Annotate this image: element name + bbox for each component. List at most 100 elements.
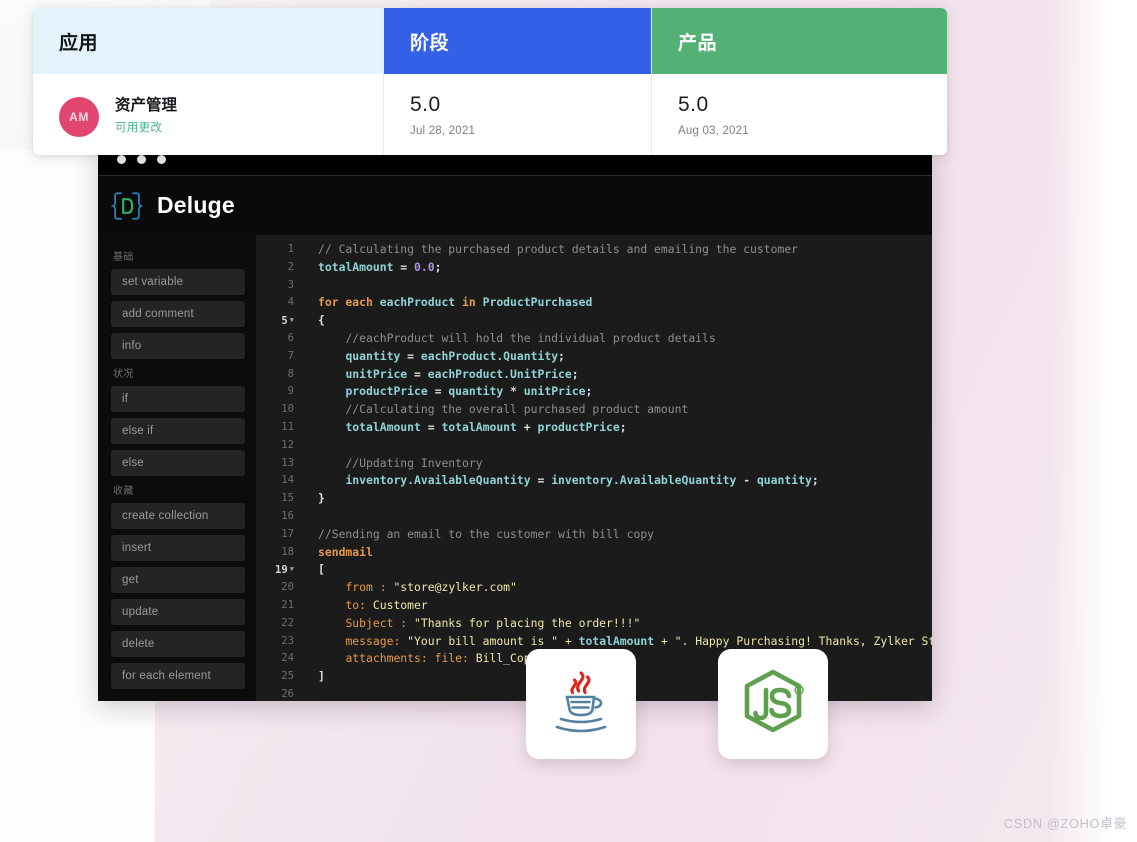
code-line-text: for each eachProduct in ProductPurchased	[300, 294, 592, 312]
java-coffee-cup-icon	[550, 667, 612, 742]
code-line[interactable]: 11 totalAmount = totalAmount + productPr…	[256, 419, 932, 437]
stage-version: 5.0	[410, 94, 625, 115]
application-info: 资产管理 可用更改	[115, 96, 177, 135]
code-line-text: //Sending an email to the customer with …	[300, 526, 654, 544]
code-line[interactable]: 19▼[	[256, 561, 932, 579]
code-line[interactable]: 21 to: Customer	[256, 597, 932, 615]
java-logo-card[interactable]	[526, 649, 636, 759]
code-line-number: 19▼	[256, 561, 300, 579]
summary-column-product: 产品 5.0 Aug 03, 2021	[651, 8, 947, 155]
code-line-text: [	[300, 561, 325, 579]
code-fold-caret-icon[interactable]: ▼	[290, 561, 294, 579]
palette-item[interactable]: info	[111, 333, 245, 359]
code-line-number: 12	[256, 437, 300, 455]
palette-item[interactable]: get	[111, 567, 245, 593]
code-line[interactable]: 18sendmail	[256, 544, 932, 562]
code-line[interactable]: 22 Subject : "Thanks for placing the ord…	[256, 615, 932, 633]
code-line-text: from : "store@zylker.com"	[300, 579, 517, 597]
block-palette-sidebar[interactable]: 基础set variableadd commentinfo状况ifelse if…	[98, 235, 256, 701]
code-line[interactable]: 13 //Updating Inventory	[256, 455, 932, 473]
nodejs-logo-card[interactable]: R	[718, 649, 828, 759]
csdn-watermark: CSDN @ZOHO卓豪	[1004, 813, 1127, 832]
code-line-number: 23	[256, 633, 300, 651]
code-line[interactable]: 2totalAmount = 0.0;	[256, 259, 932, 277]
code-line[interactable]: 8 unitPrice = eachProduct.UnitPrice;	[256, 366, 932, 384]
stage-date: Jul 28, 2021	[410, 125, 625, 137]
palette-item[interactable]: set variable	[111, 269, 245, 295]
palette-item[interactable]: else	[111, 450, 245, 476]
code-line-text	[300, 437, 318, 455]
editor-body: 基础set variableadd commentinfo状况ifelse if…	[98, 235, 932, 701]
palette-item[interactable]: delete	[111, 631, 245, 657]
code-line[interactable]: 20 from : "store@zylker.com"	[256, 579, 932, 597]
code-line[interactable]: 3	[256, 277, 932, 295]
editor-brand-bar: Deluge	[98, 175, 932, 235]
code-line-number: 26	[256, 686, 300, 701]
code-line[interactable]: 15}	[256, 490, 932, 508]
code-line-text: quantity = eachProduct.Quantity;	[300, 348, 565, 366]
nodejs-hexagon-js-icon: R	[737, 666, 809, 743]
code-fold-caret-icon[interactable]: ▼	[290, 312, 294, 330]
product-version: 5.0	[678, 94, 921, 115]
palette-section-label: 收藏	[113, 482, 245, 497]
application-name: 资产管理	[115, 96, 177, 115]
deluge-editor-window: Deluge 基础set variableadd commentinfo状况if…	[98, 143, 932, 701]
code-line[interactable]: 7 quantity = eachProduct.Quantity;	[256, 348, 932, 366]
code-line[interactable]: 17//Sending an email to the customer wit…	[256, 526, 932, 544]
palette-item[interactable]: add comment	[111, 301, 245, 327]
code-line-number: 13	[256, 455, 300, 473]
code-line-number: 14	[256, 472, 300, 490]
palette-item[interactable]: create collection	[111, 503, 245, 529]
code-line-text: // Calculating the purchased product det…	[300, 241, 798, 259]
code-line-text: {	[300, 312, 325, 330]
application-row[interactable]: AM 资产管理 可用更改	[33, 74, 383, 155]
code-line-text: //Updating Inventory	[300, 455, 483, 473]
minimize-dot-icon[interactable]	[137, 155, 146, 164]
code-line-text: }	[300, 490, 325, 508]
code-line-number: 6	[256, 330, 300, 348]
code-line[interactable]: 10 //Calculating the overall purchased p…	[256, 401, 932, 419]
code-line-number: 4	[256, 294, 300, 312]
code-line-number: 11	[256, 419, 300, 437]
code-line-number: 9	[256, 383, 300, 401]
stage-cell[interactable]: 5.0 Jul 28, 2021	[384, 74, 651, 155]
product-date: Aug 03, 2021	[678, 125, 921, 137]
maximize-dot-icon[interactable]	[157, 155, 166, 164]
code-line[interactable]: 12	[256, 437, 932, 455]
code-line-number: 8	[256, 366, 300, 384]
code-line-text: unitPrice = eachProduct.UnitPrice;	[300, 366, 579, 384]
code-line-number: 1	[256, 241, 300, 259]
column-header-stage: 阶段	[384, 8, 651, 74]
code-line-number: 5▼	[256, 312, 300, 330]
code-line-number: 2	[256, 259, 300, 277]
palette-item[interactable]: if	[111, 386, 245, 412]
code-line-number: 24	[256, 650, 300, 668]
deluge-bracket-d-icon	[110, 189, 144, 223]
summary-column-application: 应用 AM 资产管理 可用更改	[33, 8, 383, 155]
code-line[interactable]: 4for each eachProduct in ProductPurchase…	[256, 294, 932, 312]
code-line-text	[300, 508, 318, 526]
code-line[interactable]: 9 productPrice = quantity * unitPrice;	[256, 383, 932, 401]
code-line-number: 7	[256, 348, 300, 366]
code-line-text	[300, 277, 318, 295]
palette-section-label: 基础	[113, 248, 245, 263]
code-line-text: ]	[300, 668, 325, 686]
code-line[interactable]: 5▼{	[256, 312, 932, 330]
code-editor-pane[interactable]: 1// Calculating the purchased product de…	[256, 235, 932, 701]
svg-text:R: R	[796, 688, 801, 695]
product-cell[interactable]: 5.0 Aug 03, 2021	[652, 74, 947, 155]
code-line-number: 17	[256, 526, 300, 544]
code-line[interactable]: 23 message: "Your bill amount is " + tot…	[256, 633, 932, 651]
code-line[interactable]: 6 //eachProduct will hold the individual…	[256, 330, 932, 348]
column-header-application: 应用	[33, 8, 383, 74]
code-line-text: message: "Your bill amount is " + totalA…	[300, 633, 932, 651]
palette-item[interactable]: for each element	[111, 663, 245, 689]
palette-item[interactable]: else if	[111, 418, 245, 444]
code-line[interactable]: 14 inventory.AvailableQuantity = invento…	[256, 472, 932, 490]
close-dot-icon[interactable]	[117, 155, 126, 164]
code-line[interactable]: 16	[256, 508, 932, 526]
code-line[interactable]: 1// Calculating the purchased product de…	[256, 241, 932, 259]
palette-item[interactable]: update	[111, 599, 245, 625]
palette-item[interactable]: insert	[111, 535, 245, 561]
code-line-text: //eachProduct will hold the individual p…	[300, 330, 716, 348]
